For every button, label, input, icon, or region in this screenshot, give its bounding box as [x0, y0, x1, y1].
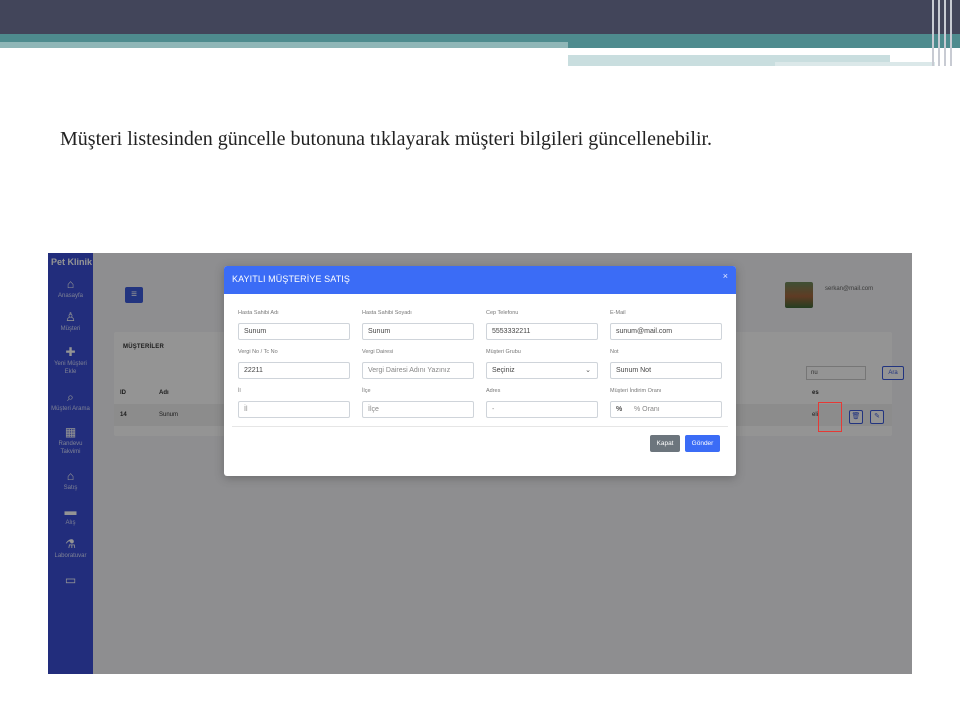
chevron-down-icon: ⌄	[585, 367, 591, 374]
discount-label: Müşteri İndirim Oranı	[610, 388, 662, 394]
customer-modal: KAYITLI MÜŞTERİYE SATIŞ × Hasta Sahibi A…	[224, 266, 736, 476]
customer-group-select[interactable]: Seçiniz ⌄	[486, 362, 598, 379]
presentation-slide: Müşteri listesinden güncelle butonuna tı…	[0, 0, 960, 720]
modal-title: KAYITLI MÜŞTERİYE SATIŞ	[232, 274, 350, 284]
slide-accent-band	[0, 34, 960, 42]
slide-top-bar	[0, 0, 960, 34]
send-button[interactable]: Gönder	[685, 435, 720, 452]
customer-group-label: Müşteri Grubu	[486, 349, 521, 355]
tax-no-label: Vergi No / Tc No	[238, 349, 278, 355]
phone-label: Cep Telefonu	[486, 310, 519, 316]
percent-icon: %	[616, 406, 623, 413]
close-button[interactable]: Kapat	[650, 435, 680, 452]
slide-accent-line	[568, 52, 890, 55]
address-label: Adres	[486, 388, 501, 394]
slide-accent-band-pale-2	[775, 62, 935, 66]
phone-field[interactable]: 5553332211	[486, 323, 598, 340]
slide-corner-lines	[930, 0, 956, 66]
first-name-field[interactable]: Sunum	[238, 323, 350, 340]
district-label: İlçe	[362, 388, 371, 394]
email-field[interactable]: sunum@mail.com	[610, 323, 722, 340]
slide-caption: Müşteri listesinden güncelle butonuna tı…	[60, 128, 713, 150]
edit-button-highlight	[818, 402, 842, 432]
note-field[interactable]: Sunum Not	[610, 362, 722, 379]
city-label: İl	[238, 388, 241, 394]
last-name-label: Hasta Sahibi Soyadı	[362, 310, 412, 316]
note-label: Not	[610, 349, 619, 355]
last-name-field[interactable]: Sunum	[362, 323, 474, 340]
tax-no-field[interactable]: 22211	[238, 362, 350, 379]
district-field[interactable]: İlçe	[362, 401, 474, 418]
slide-accent-band-light	[0, 42, 568, 48]
modal-divider	[232, 426, 728, 427]
tax-office-label: Vergi Dairesi	[362, 349, 394, 355]
discount-placeholder: % Oranı	[634, 406, 660, 413]
customer-group-value: Seçiniz	[492, 367, 515, 374]
slide-accent-band-dark	[568, 42, 960, 48]
email-label: E-Mail	[610, 310, 626, 316]
modal-header: KAYITLI MÜŞTERİYE SATIŞ ×	[224, 266, 736, 294]
tax-office-field[interactable]: Vergi Dairesi Adını Yazınız	[362, 362, 474, 379]
address-field[interactable]: -	[486, 401, 598, 418]
city-field[interactable]: İl	[238, 401, 350, 418]
discount-field[interactable]: % % Oranı	[610, 401, 722, 418]
close-icon[interactable]: ×	[723, 271, 728, 281]
first-name-label: Hasta Sahibi Adı	[238, 310, 279, 316]
